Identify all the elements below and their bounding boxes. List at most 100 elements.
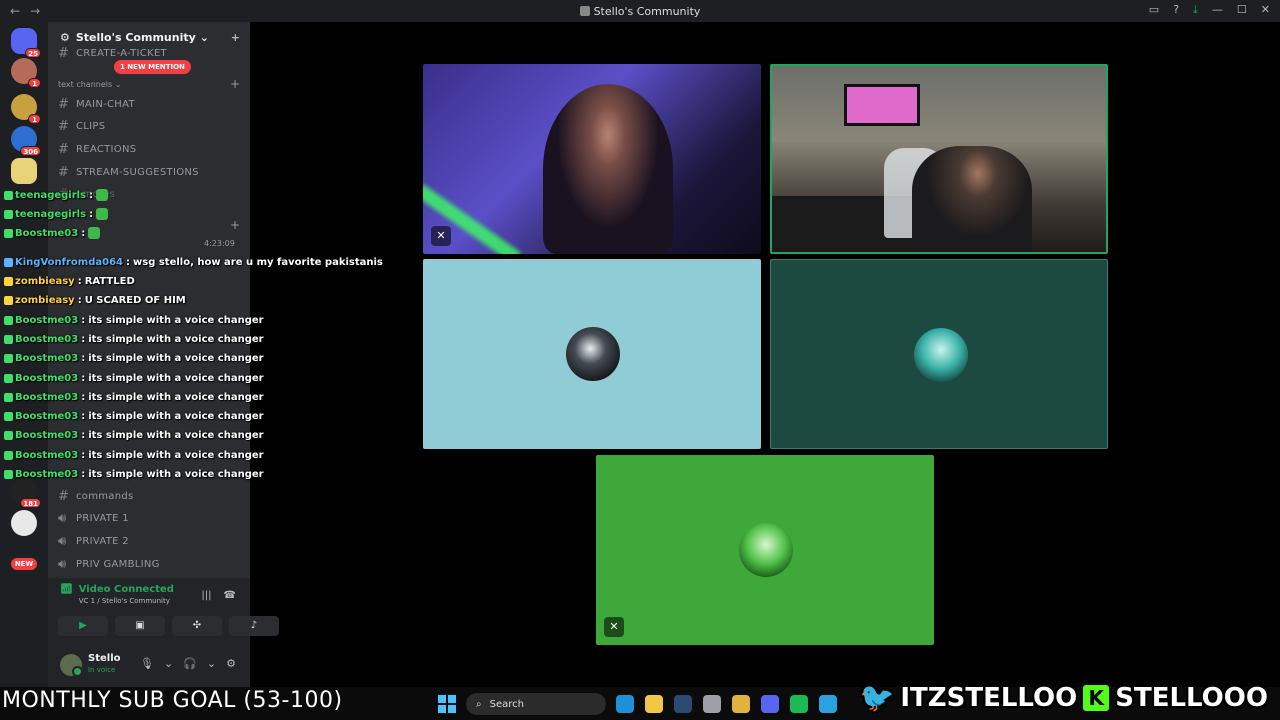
forward-arrow-icon[interactable]: → bbox=[30, 4, 40, 18]
windows-start-icon[interactable] bbox=[438, 695, 456, 713]
voice-channel-private-2[interactable]: 🔊︎ PRIVATE 2 bbox=[58, 531, 242, 551]
hash-icon: # bbox=[58, 488, 70, 504]
discord-app-icon[interactable] bbox=[761, 695, 779, 713]
spotify-app-icon[interactable] bbox=[790, 695, 808, 713]
home-button[interactable]: 25 bbox=[11, 28, 41, 58]
activity-button[interactable]: ✣ bbox=[172, 616, 222, 636]
emote-icon bbox=[88, 227, 101, 239]
chat-username: Boostme03 bbox=[15, 449, 79, 461]
chrome-app-icon[interactable] bbox=[732, 695, 750, 713]
server-icon-3[interactable]: 306 bbox=[11, 126, 41, 156]
chat-message: KingVonfromda064 : wsg stello, how are u … bbox=[4, 253, 383, 271]
video-tile-4[interactable] bbox=[770, 259, 1108, 449]
chat-text: its simple with a voice changer bbox=[88, 449, 264, 461]
invite-people-icon[interactable]: + bbox=[231, 31, 240, 44]
channel-label: MAIN-CHAT bbox=[76, 98, 135, 110]
help-icon[interactable]: ? bbox=[1173, 3, 1179, 17]
chat-username: Boostme03 bbox=[15, 391, 79, 403]
voice-status-text[interactable]: Video Connected bbox=[79, 584, 174, 595]
download-icon[interactable]: ⤓ bbox=[1193, 3, 1198, 17]
edge-app-icon[interactable] bbox=[616, 695, 634, 713]
chat-message: Boostme03 : its simple with a voice chang… bbox=[4, 349, 264, 367]
channel-label: STREAM-SUGGESTIONS bbox=[76, 166, 199, 178]
server-icon-1[interactable]: 1 bbox=[11, 58, 41, 88]
inbox-icon[interactable]: ▭ bbox=[1149, 3, 1159, 17]
chat-username: teenagegirls bbox=[15, 208, 87, 220]
category-text-channels[interactable]: text channels ⌄ bbox=[58, 80, 121, 89]
new-mention-pill[interactable]: 1 NEW MENTION bbox=[114, 60, 191, 74]
chat-text: its simple with a voice changer bbox=[88, 352, 264, 364]
telegram-app-icon[interactable] bbox=[819, 695, 837, 713]
chat-text: its simple with a voice changer bbox=[88, 429, 264, 441]
video-tile-3[interactable] bbox=[423, 259, 761, 449]
emote-icon bbox=[96, 189, 109, 201]
settings-app-icon[interactable] bbox=[703, 695, 721, 713]
speaker-icon: 🔊︎ bbox=[58, 533, 67, 549]
chat-text: its simple with a voice changer bbox=[88, 391, 264, 403]
gear-icon[interactable]: ⚙ bbox=[226, 657, 236, 670]
close-button[interactable]: ✕ bbox=[1261, 3, 1270, 17]
minimize-button[interactable]: — bbox=[1212, 3, 1223, 17]
search-label: Search bbox=[489, 698, 524, 710]
create-channel-icon[interactable]: + bbox=[230, 77, 240, 91]
steam-app-icon[interactable] bbox=[674, 695, 692, 713]
chat-separator: : bbox=[81, 449, 86, 461]
chat-separator: : bbox=[81, 333, 86, 345]
taskbar-search[interactable]: ⌕ Search bbox=[466, 693, 606, 715]
video-tile-1[interactable]: ✕ bbox=[423, 64, 761, 254]
taskbar-apps: ⌕ Search bbox=[438, 693, 837, 715]
microphone-icon[interactable]: 🎙 bbox=[140, 657, 154, 670]
chat-separator: : bbox=[81, 391, 86, 403]
twitter-handle: ITZSTELLOO bbox=[900, 682, 1078, 713]
voice-channel-priv-gambling[interactable]: 🔊︎ PRIV GAMBLING bbox=[58, 554, 242, 574]
chevron-down-icon[interactable]: ⌄ bbox=[207, 657, 216, 670]
channel-label: commands bbox=[76, 490, 134, 502]
chat-badge-icon bbox=[4, 190, 13, 200]
chat-separator: : bbox=[77, 294, 82, 306]
files-app-icon[interactable] bbox=[645, 695, 663, 713]
soundboard-button[interactable]: ♪ bbox=[229, 616, 279, 636]
chevron-down-icon[interactable]: ⌄ bbox=[164, 657, 173, 670]
chevron-down-icon: ⌄ bbox=[199, 30, 209, 44]
headset-icon[interactable]: 🎧 bbox=[183, 657, 197, 670]
username[interactable]: Stello bbox=[88, 653, 121, 664]
chat-badge-icon bbox=[4, 209, 13, 219]
channel-reactions[interactable]: # REACTIONS bbox=[58, 139, 242, 159]
hash-icon: # bbox=[58, 45, 70, 61]
chat-text: RATTLED bbox=[84, 275, 135, 287]
back-arrow-icon[interactable]: ← bbox=[10, 4, 20, 18]
server-badge: 1 bbox=[28, 78, 41, 88]
channel-clips[interactable]: # CLIPS bbox=[58, 116, 242, 136]
server-icon-6[interactable] bbox=[11, 510, 37, 536]
tv-screen bbox=[844, 84, 920, 126]
chat-separator: : bbox=[81, 372, 86, 384]
server-icon-2[interactable]: 1 bbox=[11, 94, 41, 124]
hash-icon: # bbox=[58, 118, 70, 134]
chat-username: Boostme03 bbox=[15, 314, 79, 326]
participant-avatar bbox=[566, 327, 620, 381]
server-settings-icon: ⚙ bbox=[60, 30, 70, 44]
muted-mic-icon: ✕ bbox=[604, 617, 624, 637]
screen-share-button[interactable]: ▣ bbox=[115, 616, 165, 636]
channel-create-a-ticket[interactable]: # CREATE-A-TICKET bbox=[58, 45, 242, 61]
maximize-button[interactable]: ☐ bbox=[1237, 3, 1247, 17]
new-badge: NEW bbox=[11, 558, 37, 570]
avatar[interactable] bbox=[60, 654, 83, 677]
video-tile-5[interactable]: ✕ bbox=[596, 455, 934, 645]
channel-label: PRIVATE 2 bbox=[76, 535, 129, 547]
chat-badge-icon bbox=[4, 373, 13, 383]
channel-commands[interactable]: # commands bbox=[58, 486, 242, 506]
disconnect-icon[interactable]: ☎ bbox=[224, 590, 236, 601]
chat-badge-icon bbox=[4, 411, 13, 421]
voice-channel-text[interactable]: VC 1 / Stello's Community bbox=[79, 597, 174, 605]
participant-video bbox=[912, 146, 1032, 252]
chat-username: Boostme03 bbox=[15, 429, 79, 441]
sub-goal-text: MONTHLY SUB GOAL (53-100) bbox=[2, 688, 343, 713]
video-tile-2[interactable] bbox=[770, 64, 1108, 254]
voice-channel-private-1[interactable]: 🔊︎ PRIVATE 1 bbox=[58, 508, 242, 528]
chat-username: Boostme03 bbox=[15, 372, 79, 384]
channel-main-chat[interactable]: # MAIN-CHAT bbox=[58, 94, 242, 114]
chat-username: zombieasy bbox=[15, 294, 75, 306]
noise-suppression-icon[interactable]: ||| bbox=[201, 590, 211, 601]
camera-button[interactable]: ▶ bbox=[58, 616, 108, 636]
